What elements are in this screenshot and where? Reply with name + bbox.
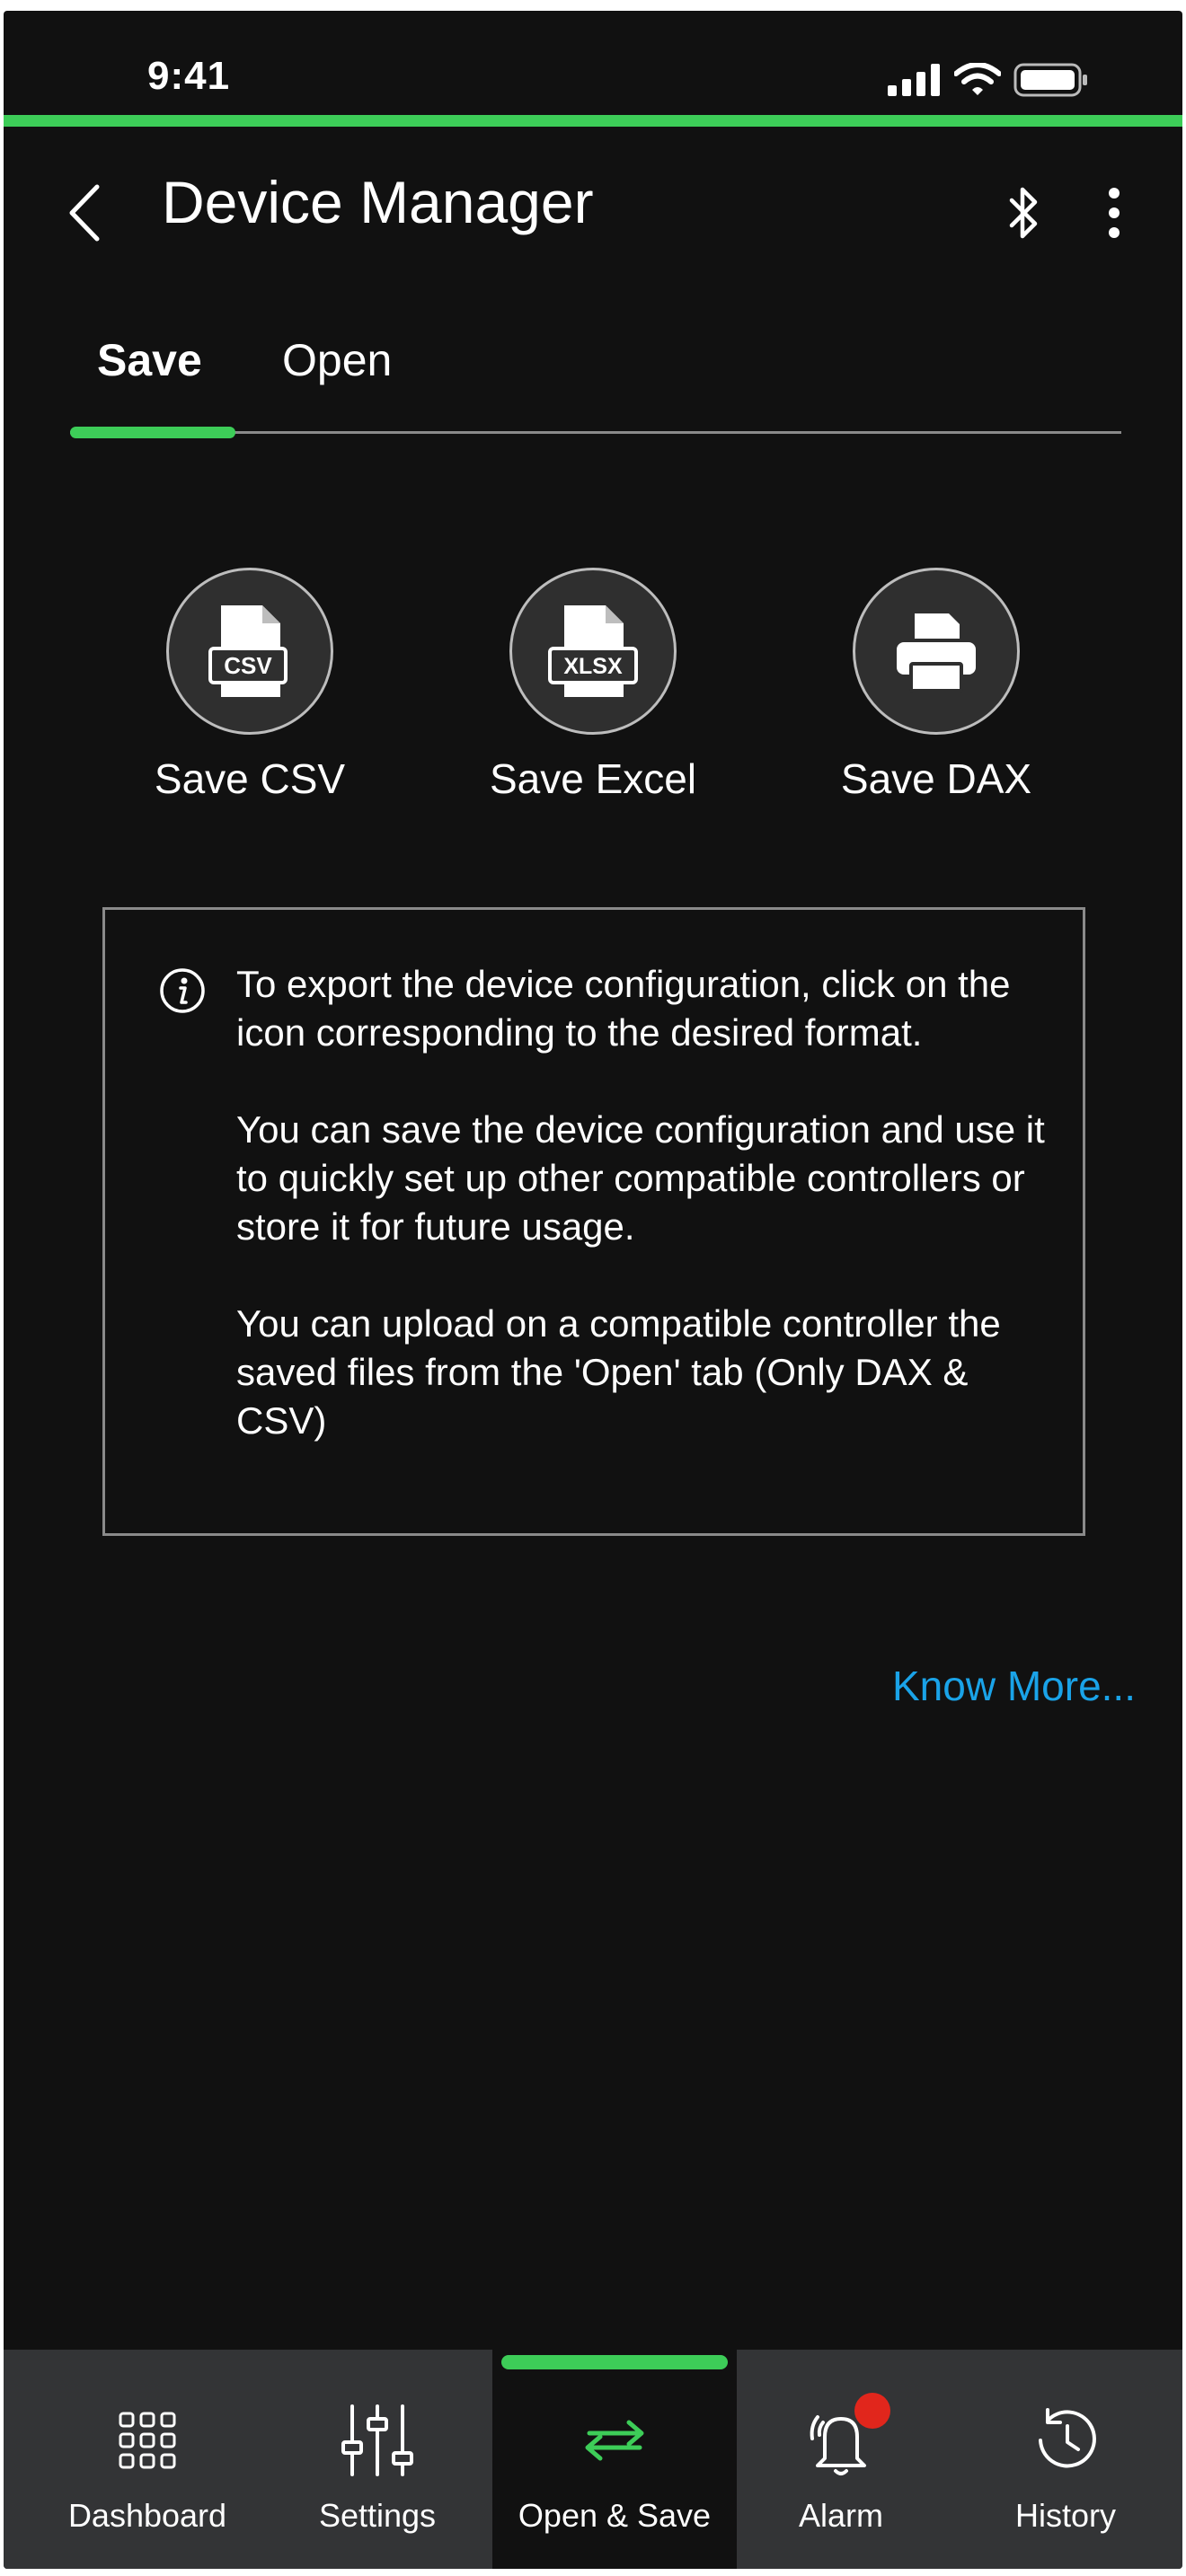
back-button[interactable] [58,177,111,249]
nav-settings-label: Settings [318,2497,437,2534]
alarm-bell-icon [801,2393,890,2481]
sliders-icon [337,2400,418,2481]
wifi-icon [953,62,1002,101]
info-panel: To export the device configuration, clic… [102,907,1085,1536]
top-accent-line [4,115,1182,127]
nav-alarm[interactable]: Alarm [733,2350,949,2569]
csv-file-icon: CSV [208,605,288,697]
nav-alarm-label: Alarm [798,2497,883,2534]
info-text: To export the device configuration, clic… [236,960,1045,1445]
nav-open-save[interactable]: Open & Save [492,2350,737,2569]
tab-bar: Save Open [70,325,1121,438]
xlsx-tag: XLSX [563,654,623,679]
save-actions: CSV Save CSV XLSX Save Excel Save DAX [4,568,1182,837]
save-excel-circle[interactable]: XLSX [509,568,677,735]
nav-history-label: History [1014,2497,1116,2534]
info-paragraph: You can upload on a compatible controlle… [236,1302,1001,1442]
nav-dashboard-label: Dashboard [67,2497,227,2534]
nav-history[interactable]: History [958,2350,1173,2569]
xlsx-file-icon: XLSX [548,605,638,697]
status-icons [888,62,1089,101]
bluetooth-button[interactable] [999,177,1049,249]
more-vertical-icon [1109,188,1120,238]
printer-icon [897,613,976,693]
device-manager-screen: 9:41 Device Manager Save Open CSV Save C… [4,11,1182,2569]
status-bar: 9:41 [4,11,1182,111]
status-time: 9:41 [147,54,231,98]
tab-save[interactable]: Save [97,334,202,386]
info-paragraph: To export the device configuration, clic… [236,963,1011,1054]
tab-active-indicator [70,427,235,438]
save-excel-button[interactable]: XLSX Save Excel [458,568,728,803]
save-excel-label: Save Excel [489,755,697,802]
save-csv-circle[interactable]: CSV [166,568,333,735]
save-csv-label: Save CSV [154,755,346,802]
save-dax-button[interactable]: Save DAX [801,568,1071,803]
grid-icon [107,2400,188,2481]
csv-tag: CSV [224,652,272,679]
transfer-icon [574,2400,655,2481]
bottom-navigation: Dashboard Settings Open & Save Alarm His… [4,2350,1182,2569]
nav-dashboard[interactable]: Dashboard [40,2350,255,2569]
info-icon [160,968,205,1013]
save-csv-button[interactable]: CSV Save CSV [115,568,385,803]
nav-active-indicator [501,2355,728,2369]
signal-icon [888,64,942,101]
save-dax-circle[interactable] [853,568,1020,735]
history-icon [1025,2400,1106,2481]
alarm-notification-badge [854,2393,890,2429]
chevron-left-icon [69,184,100,242]
more-options-button[interactable] [1089,177,1139,249]
info-paragraph: You can save the device configuration an… [236,1108,1045,1248]
know-more-link[interactable]: Know More... [892,1662,1136,1710]
app-bar: Device Manager [4,127,1182,297]
nav-open-save-label: Open & Save [518,2497,712,2534]
tab-open[interactable]: Open [282,334,392,386]
bluetooth-icon [1009,187,1038,239]
page-title: Device Manager [162,169,594,235]
save-dax-label: Save DAX [840,755,1032,802]
battery-icon [1013,63,1089,101]
nav-settings[interactable]: Settings [270,2350,485,2569]
